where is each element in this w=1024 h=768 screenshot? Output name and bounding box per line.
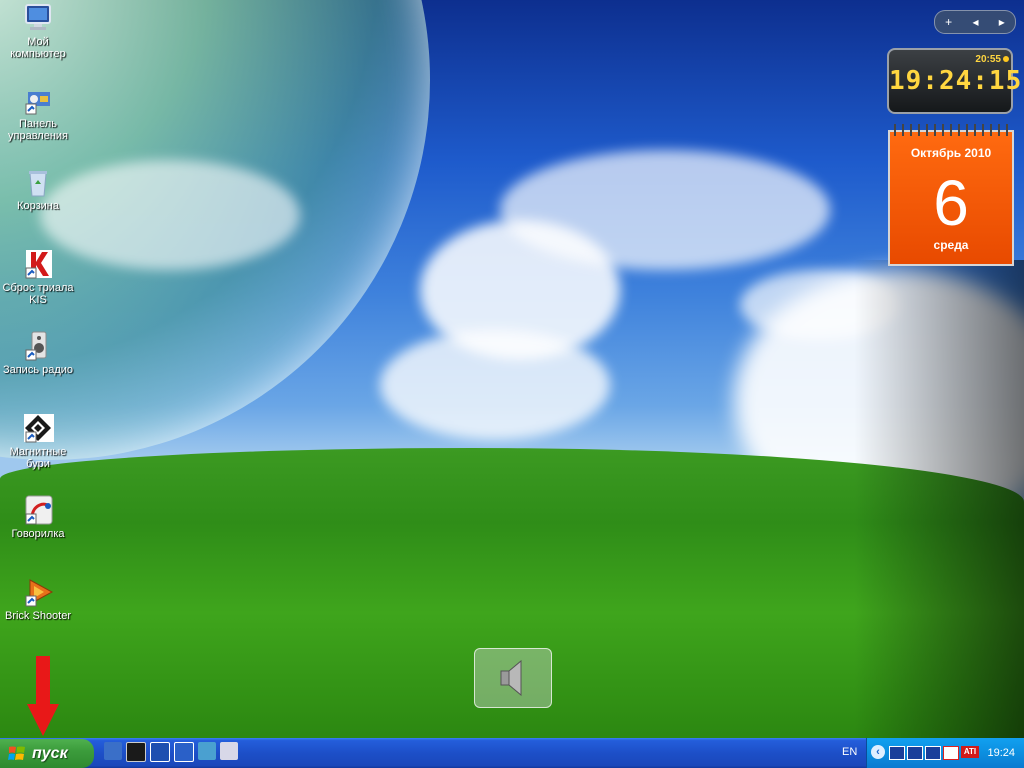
start-button[interactable]: пуск [0,739,94,768]
desktop-icon-label: Говорилка [11,528,65,540]
network-tray-icon[interactable] [889,746,905,760]
control-panel-icon [22,84,54,116]
volume-osd [474,648,552,708]
network-tray-icon-2[interactable] [907,746,923,760]
radio-record-icon [22,330,54,362]
kaspersky-tray-icon[interactable] [943,746,959,760]
save-disk-icon[interactable] [220,742,238,760]
desktop-icon-label: Brick Shooter [4,610,72,622]
next-gadget-button[interactable]: ▸ [999,15,1005,29]
my-computer-icon [22,2,54,34]
desktop-background [0,0,1024,738]
desktop-icon-radio-record[interactable]: Запись радио [0,330,76,376]
kaspersky-icon [22,248,54,280]
desktop-icon-label: Мой компьютер [10,36,66,60]
calendar-weekday: среда [933,238,969,252]
show-hidden-icons-chevron-icon[interactable]: ‹ [871,745,885,759]
magnetic-storms-icon [22,412,54,444]
wallpaper-cloud [380,330,610,440]
sidebar-gadget-toolbar: + ◂ ▸ [934,10,1016,34]
network-tray-icon-3[interactable] [925,746,941,760]
language-indicator[interactable]: EN [842,746,857,758]
speaker-icon [500,659,522,697]
desktop-icon-recycle-bin[interactable]: Корзина [0,166,76,212]
ati-tray-icon[interactable]: ATI [961,746,979,758]
alarm-time: 20:55 [975,54,1001,65]
media-player-icon[interactable] [126,742,146,762]
network-connection-icon[interactable] [174,742,194,762]
desktop-icon-label: Магнитные бури [9,446,67,470]
calendar-month-year: Октябрь 2010 [910,146,992,160]
alarm-indicator-icon [1003,56,1009,62]
desktop-icon-my-computer[interactable]: Мой компьютер [0,2,76,60]
wallpaper-cloud [500,150,830,270]
wallpaper-shade [854,260,1024,738]
annotation-arrow-head [27,704,59,736]
annotation-arrow [36,656,50,710]
calendar-day: 6 [933,167,969,239]
add-gadget-button[interactable]: + [945,15,952,29]
quick-launch [104,742,238,762]
desktop-icon-control-panel[interactable]: Панель управления [0,84,76,142]
clock-time: 19:24:15 [889,66,1023,96]
network-monitor-icon[interactable] [150,742,170,762]
desktop-icon-label: Панель управления [8,118,68,142]
desktop-icon-kis-trial-reset[interactable]: Сброс триала KIS [0,248,76,306]
calendar-rings-icon [894,124,1008,136]
wallpaper-cloud [40,160,300,270]
previous-gadget-button[interactable]: ◂ [972,15,978,29]
desktop-icon-label: Сброс триала KIS [2,282,74,306]
brick-shooter-icon [22,576,54,608]
desktop-icon-brick-shooter[interactable]: Brick Shooter [0,576,76,622]
tools-icon[interactable] [198,742,216,760]
recycle-bin-icon [22,166,54,198]
govorilka-icon [22,494,54,526]
desktop-icon-magnetic-storms[interactable]: Магнитные бури [0,412,76,470]
desktop-icon-label: Запись радио [2,364,74,376]
desktop-icon-label: Корзина [17,200,59,212]
windows-logo-icon [8,745,26,763]
show-desktop-icon[interactable] [104,742,122,760]
system-tray: ‹ ATI 19:24 [866,738,1024,768]
desktop-icon-govorilka[interactable]: Говорилка [0,494,76,540]
calendar-gadget[interactable]: Октябрь 2010 6 среда [888,124,1014,266]
start-button-label: пуск [32,744,68,762]
tray-clock[interactable]: 19:24 [987,747,1015,759]
clock-gadget[interactable]: 20:55 19:24:15 [887,48,1023,114]
